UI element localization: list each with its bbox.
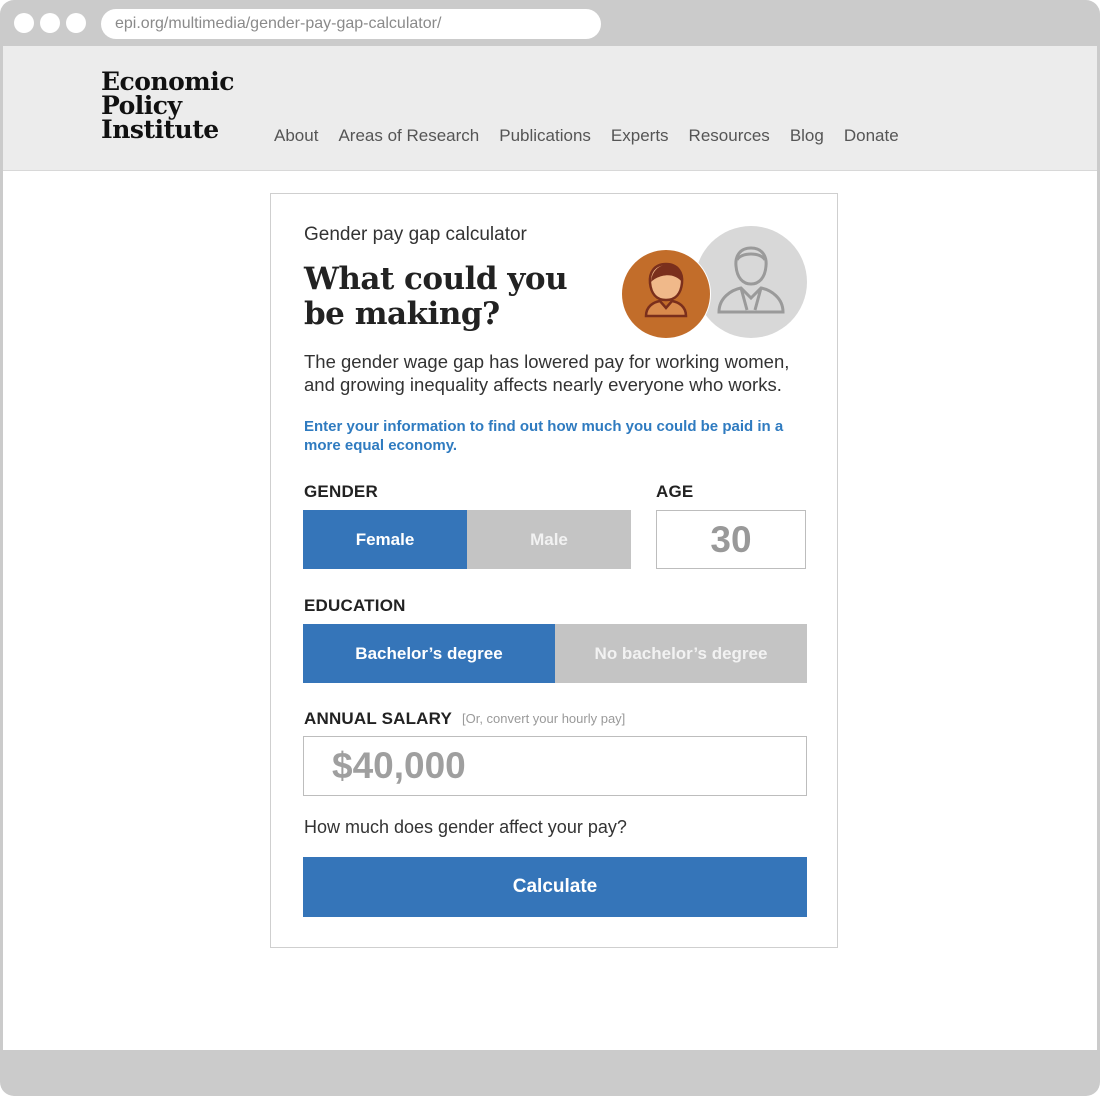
age-input[interactable]: 30 bbox=[656, 510, 806, 569]
male-avatar-icon bbox=[695, 226, 807, 338]
window-control-close[interactable] bbox=[14, 13, 34, 33]
calculate-button[interactable]: Calculate bbox=[303, 857, 807, 917]
gender-male-button[interactable]: Male bbox=[467, 510, 631, 569]
salary-input[interactable]: $40,000 bbox=[303, 736, 807, 796]
calculator-headline: What could you be making? bbox=[304, 261, 568, 332]
calculator-card: Gender pay gap calculator What could you… bbox=[270, 193, 838, 948]
nav-item-experts[interactable]: Experts bbox=[611, 126, 669, 146]
page-viewport: Economic Policy Institute About Areas of… bbox=[3, 46, 1097, 1050]
hourly-pay-link[interactable]: [Or, convert your hourly pay] bbox=[462, 711, 625, 726]
address-bar[interactable]: epi.org/multimedia/gender-pay-gap-calcul… bbox=[101, 9, 601, 39]
browser-window: epi.org/multimedia/gender-pay-gap-calcul… bbox=[0, 0, 1100, 1096]
site-header: Economic Policy Institute About Areas of… bbox=[3, 46, 1097, 171]
nav-item-about[interactable]: About bbox=[274, 126, 318, 146]
window-control-maximize[interactable] bbox=[66, 13, 86, 33]
calculator-kicker: Gender pay gap calculator bbox=[304, 224, 527, 245]
nav-item-blog[interactable]: Blog bbox=[790, 126, 824, 146]
nav-item-areas-of-research[interactable]: Areas of Research bbox=[338, 126, 479, 146]
nav-item-publications[interactable]: Publications bbox=[499, 126, 591, 146]
education-no-bachelors-button[interactable]: No bachelor’s degree bbox=[555, 624, 807, 683]
education-bachelors-button[interactable]: Bachelor’s degree bbox=[303, 624, 555, 683]
education-label: EDUCATION bbox=[304, 596, 406, 615]
gender-label: GENDER bbox=[304, 482, 378, 501]
calculator-question: How much does gender affect your pay? bbox=[304, 817, 627, 837]
nav-item-resources[interactable]: Resources bbox=[689, 126, 770, 146]
salary-label: ANNUAL SALARY bbox=[304, 709, 453, 728]
age-label: AGE bbox=[656, 482, 694, 501]
main-nav: About Areas of Research Publications Exp… bbox=[274, 126, 919, 146]
window-control-minimize[interactable] bbox=[40, 13, 60, 33]
female-avatar-icon bbox=[621, 249, 711, 339]
calculator-prompt: Enter your information to find out how m… bbox=[304, 418, 784, 454]
logo-line: Institute bbox=[101, 115, 219, 144]
nav-item-donate[interactable]: Donate bbox=[844, 126, 899, 146]
gender-female-button[interactable]: Female bbox=[303, 510, 467, 569]
site-logo[interactable]: Economic Policy Institute bbox=[101, 69, 234, 144]
calculator-intro: The gender wage gap has lowered pay for … bbox=[304, 351, 790, 395]
